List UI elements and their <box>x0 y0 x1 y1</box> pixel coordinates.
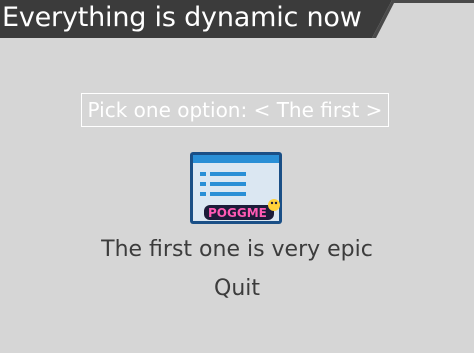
option-description: The first one is very epic <box>101 237 373 262</box>
window-title: Everything is dynamic now <box>2 2 362 33</box>
option-picker-label: Pick one option: < The first > <box>87 98 383 122</box>
badge-text: POGGME <box>208 206 267 220</box>
quit-button[interactable]: Quit <box>197 271 277 307</box>
title-bar: Everything is dynamic now <box>0 0 474 40</box>
main-window: Everything is dynamic now Pick one optio… <box>0 0 474 353</box>
option-picker[interactable]: Pick one option: < The first > <box>81 93 389 127</box>
list-window-icon: POGGME <box>188 150 286 226</box>
